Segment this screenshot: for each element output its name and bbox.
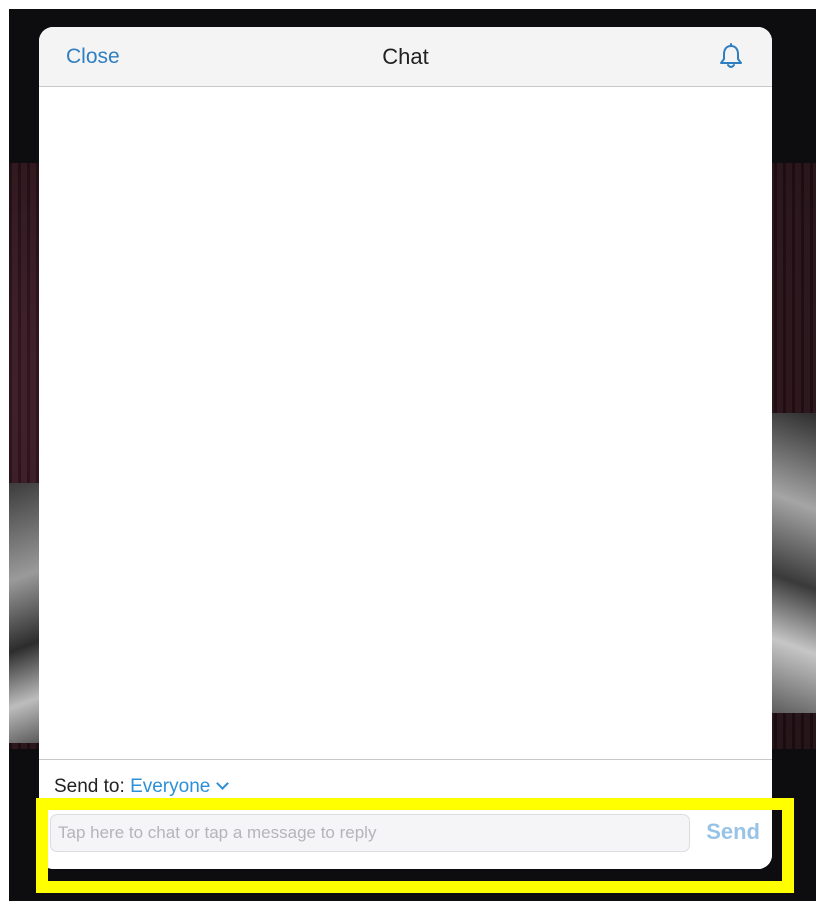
chat-messages-area[interactable] <box>39 87 772 759</box>
chat-header: Close Chat <box>39 27 772 87</box>
recipient-selector[interactable]: Everyone <box>130 776 230 797</box>
send-to-text: Send to: <box>54 776 125 797</box>
send-to-label: Send to: Everyone <box>54 776 230 798</box>
chat-panel: Close Chat Send to: Everyone Send <box>39 27 772 869</box>
chat-title: Chat <box>382 44 429 69</box>
recipient-value: Everyone <box>130 776 211 797</box>
chat-input-bar: Send <box>39 807 772 869</box>
bell-icon[interactable] <box>718 43 744 71</box>
send-button[interactable]: Send <box>706 819 760 845</box>
chat-message-input[interactable] <box>50 814 690 852</box>
chevron-down-icon <box>216 777 230 790</box>
